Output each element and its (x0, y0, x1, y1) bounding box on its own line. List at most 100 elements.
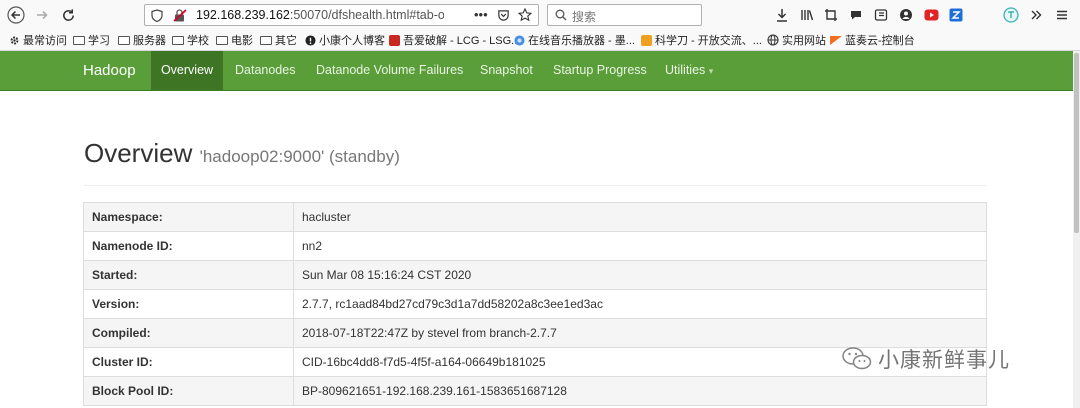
account-icon (900, 9, 912, 21)
hamburger-icon (1057, 10, 1067, 20)
back-arrow-icon (7, 6, 25, 24)
bookmark-folder-study[interactable]: 学习 (73, 33, 110, 47)
table-row: Version: 2.7.7, rc1aad84bd27cd79c3d1a7dd5… (83, 289, 987, 319)
page-title-text: Overview (84, 138, 193, 168)
folder-icon (216, 35, 228, 45)
search-icon (555, 9, 567, 21)
gear-icon (10, 36, 19, 44)
tab-overview[interactable]: Overview (151, 51, 223, 90)
tab-startup-progress[interactable]: Startup Progress (553, 51, 647, 90)
row-key: Namespace: (83, 202, 294, 232)
row-key: Version: (83, 289, 294, 319)
bookmark-folder-other[interactable]: 其它 (260, 33, 297, 47)
scrollbar-thumb[interactable] (1074, 53, 1079, 233)
main-menu-button[interactable] (1052, 5, 1072, 25)
bookmark-folder-movies[interactable]: 电影 (216, 33, 253, 47)
reload-button[interactable] (58, 5, 78, 25)
bookmark-label: 其它 (275, 35, 297, 47)
pocket-icon[interactable] (497, 9, 510, 22)
zotero-addon-button[interactable] (946, 5, 966, 25)
utilities-label: Utilities (665, 63, 706, 77)
folder-icon (118, 35, 130, 45)
page-title: Overview 'hadoop02:9000' (standby) (84, 138, 400, 169)
watermark: 小康新鲜事儿 (842, 344, 1010, 374)
bookmark-label: 吾爱破解 - LCG - LSG... (403, 35, 521, 47)
chat-button[interactable] (846, 5, 866, 25)
bookmark-star-icon[interactable] (518, 8, 532, 22)
row-value: 2.7.7, rc1aad84bd27cd79c3d1a7dd58202a8c3… (293, 289, 987, 319)
row-key: Namenode ID: (83, 231, 294, 261)
url-path: :50070/dfshealth.html#tab-over (289, 8, 444, 22)
tab-datanode-volume-failures[interactable]: Datanode Volume Failures (316, 51, 463, 90)
tab-utilities[interactable]: Utilities ▾ (665, 51, 713, 90)
library-icon (801, 10, 814, 21)
page-scrollbar[interactable] (1073, 51, 1080, 408)
pojie-site-icon (389, 34, 400, 46)
table-row: Namenode ID: nn2 (83, 231, 987, 261)
crop-icon (825, 9, 837, 21)
overflow-menu-button[interactable] (1026, 5, 1046, 25)
video-addon-button[interactable] (921, 5, 941, 25)
url-host: 192.168.239.162 (196, 8, 290, 22)
bookmark-label: 服务器 (133, 35, 166, 47)
bookmark-label: 学校 (187, 35, 209, 47)
shield-icon[interactable] (151, 9, 163, 22)
brand-logo[interactable]: Hadoop (83, 62, 136, 79)
watermark-text: 小康新鲜事儿 (878, 349, 1010, 372)
reader-button[interactable] (871, 5, 891, 25)
forward-button[interactable] (32, 5, 52, 25)
back-button[interactable] (6, 5, 26, 25)
library-button[interactable] (797, 5, 817, 25)
row-key: Block Pool ID: (83, 376, 294, 406)
music-site-icon (514, 34, 525, 46)
table-row: Started: Sun Mar 08 15:16:24 CST 2020 (83, 260, 987, 290)
reload-icon (62, 8, 74, 21)
bookmark-folder-servers[interactable]: 服务器 (118, 33, 166, 47)
page-subtitle: 'hadoop02:9000' (standby) (199, 147, 400, 166)
chevron-down-icon: ▾ (708, 66, 714, 76)
download-icon (777, 9, 787, 22)
account-button[interactable] (896, 5, 916, 25)
row-value: BP-809621651-192.168.239.161-15836516871… (293, 376, 987, 406)
row-value: hacluster (293, 202, 987, 232)
url-text[interactable]: 192.168.239.162:50070/dfshealth.html#tab… (196, 8, 444, 22)
url-bar[interactable]: 192.168.239.162:50070/dfshealth.html#tab… (144, 4, 539, 26)
row-value: Sun Mar 08 15:16:24 CST 2020 (293, 260, 987, 290)
translate-icon (1003, 7, 1019, 23)
folder-icon (260, 35, 272, 45)
search-bar[interactable]: 搜索 (547, 4, 702, 26)
insecure-lock-icon[interactable] (173, 9, 187, 22)
translate-addon-button[interactable] (1001, 5, 1021, 25)
tab-datanodes[interactable]: Datanodes (235, 51, 295, 90)
row-key: Cluster ID: (83, 347, 294, 377)
globe-icon (767, 34, 779, 46)
table-row: Block Pool ID: BP-809621651-192.168.239.1… (83, 376, 987, 406)
chat-bubble-icon (851, 11, 861, 20)
bookmark-folder-useful-sites[interactable]: 实用网站 (767, 33, 826, 47)
bookmark-label: 学习 (88, 35, 110, 47)
blog-site-icon (305, 34, 316, 46)
page-actions-button[interactable]: ••• (474, 7, 488, 22)
bookmark-52pojie[interactable]: 吾爱破解 - LCG - LSG... (389, 33, 520, 47)
divider (84, 185, 987, 186)
browser-toolbar: 192.168.239.162:50070/dfshealth.html#tab… (0, 0, 1080, 30)
video-icon (924, 9, 938, 21)
bookmark-blog[interactable]: 小康个人博客 (305, 33, 385, 47)
row-value: nn2 (293, 231, 987, 261)
tab-snapshot[interactable]: Snapshot (480, 51, 533, 90)
downloads-button[interactable] (772, 5, 792, 25)
double-chevron-right-icon (1031, 10, 1042, 20)
bookmark-most-visited[interactable]: 最常访问 (9, 33, 67, 47)
bookmark-label: 小康个人博客 (319, 35, 385, 47)
bookmark-label: 蓝奏云-控制台 (845, 35, 915, 47)
bookmark-kxdao[interactable]: 科学刀 - 开放交流、... (641, 33, 762, 47)
wechat-icon (842, 347, 872, 370)
row-key: Compiled: (83, 318, 294, 348)
bookmark-label: 电影 (231, 35, 253, 47)
bookmark-label: 实用网站 (782, 35, 826, 47)
search-placeholder: 搜索 (572, 10, 597, 24)
screenshot-button[interactable] (821, 5, 841, 25)
bookmark-lanzou[interactable]: 蓝奏云-控制台 (830, 33, 915, 47)
bookmark-folder-school[interactable]: 学校 (172, 33, 209, 47)
bookmark-music-player[interactable]: 在线音乐播放器 - 墨... (514, 33, 635, 47)
